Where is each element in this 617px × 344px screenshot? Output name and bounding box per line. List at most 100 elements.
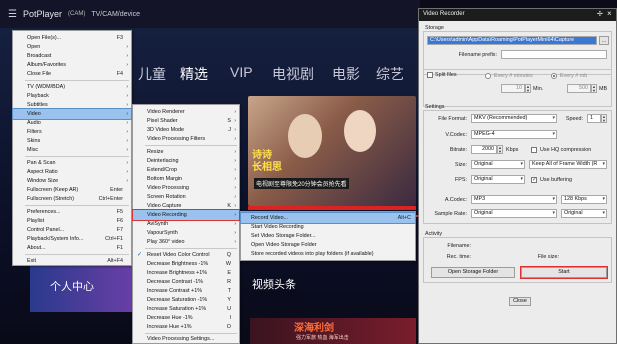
audio-bitrate-value: 128 Kbps (564, 196, 587, 202)
menu-item-misc[interactable]: Misc › (13, 145, 131, 155)
fps-value: Original (474, 176, 493, 182)
chevron-down-icon: ▾ (602, 210, 605, 216)
poster-title: 诗诗 长相思 (252, 150, 282, 174)
channels-value: Original (564, 210, 583, 216)
nav-vip[interactable]: VIP (230, 64, 253, 80)
chevron-down-icon: ▾ (520, 161, 523, 167)
open-storage-folder-button[interactable]: Open Storage Folder (431, 267, 515, 278)
chevron-down-icon: ▾ (552, 131, 555, 137)
file-format-select[interactable]: MKV (Recommended) ▾ (471, 114, 557, 123)
menu-item-label: Exit (27, 258, 36, 264)
menu-item-play-360-video[interactable]: Play 360° video › (133, 237, 239, 247)
minutes-input[interactable]: 10 (501, 84, 525, 93)
rec-time-label: Rec. time: (446, 254, 471, 260)
minutes-spinner[interactable]: ▲ ▼ (525, 84, 531, 93)
poster-actor-image (288, 114, 322, 158)
menu-item-shortcut: Ctrl+Enter (98, 196, 123, 202)
bitrate-input[interactable]: 2000 (471, 145, 497, 154)
sample-rate-value: Original (474, 210, 493, 216)
audio-bitrate-select[interactable]: 128 Kbps ▾ (561, 195, 607, 204)
video-headline-label[interactable]: 视频头条 (252, 276, 296, 292)
chevron-down-icon: ▾ (552, 196, 555, 202)
speed-input[interactable]: 1 (587, 114, 601, 123)
frame-width-value: Keep All of Frame Width (R (532, 161, 598, 167)
poster-actress-image (344, 110, 376, 152)
submenu-arrow-icon: › (126, 147, 128, 153)
speed-spinner[interactable]: ▲ ▼ (601, 114, 607, 123)
menu-item-label: Video Processing Settings... (147, 336, 215, 342)
sample-rate-label: Sample Rate: (434, 211, 467, 217)
menu-item-label: Misc (27, 147, 39, 153)
browse-button[interactable]: ... (599, 36, 609, 45)
promo-title: 深海利剑 (294, 323, 334, 334)
menu-item-increase-hue[interactable]: Increase Hue +1% O (133, 322, 239, 332)
every-mb-radio[interactable] (551, 73, 557, 79)
nav-variety[interactable]: 综艺 (376, 64, 404, 84)
menu-item-label: Close File (27, 71, 51, 77)
frame-width-select[interactable]: Keep All of Frame Width (R ▾ (529, 160, 607, 169)
nav-children[interactable]: 儿童 (138, 64, 166, 84)
menu-item-label: Store recorded videos into play folders … (251, 251, 374, 257)
sample-rate-select[interactable]: Original ▾ (471, 209, 557, 218)
fps-select[interactable]: Original ▾ (471, 175, 525, 184)
chevron-down-icon: ▾ (520, 176, 523, 182)
menu-item-exit[interactable]: Exit Alt+F4 (13, 256, 131, 266)
personal-center-label[interactable]: 个人中心 (50, 278, 94, 294)
filename-prefix-label: Filename prefix: (458, 52, 497, 58)
acodec-select[interactable]: MP3 ▾ (471, 195, 557, 204)
menu-item-label: Video Processing Filters (147, 136, 206, 142)
cam-tag: (CAM) (68, 11, 86, 17)
bitrate-spinner[interactable]: ▲ ▼ (497, 145, 503, 154)
menu-item-about[interactable]: About... F1 (13, 243, 131, 253)
acodec-value: MP3 (474, 196, 486, 202)
hq-compression-checkbox[interactable] (531, 147, 537, 153)
menu-item-fullscreen-stretch[interactable]: Fullscreen (Stretch) Ctrl+Enter (13, 194, 131, 204)
nav-featured[interactable]: 精选 (180, 64, 208, 84)
buffering-checkbox[interactable] (531, 176, 537, 183)
start-recording-button[interactable]: Start (520, 266, 608, 279)
acodec-label: A.Codec: (444, 197, 467, 203)
mb-spinner[interactable]: ▲ ▼ (591, 84, 597, 93)
device-name: TV/CAM/device (91, 10, 140, 18)
file-format-label: File Format: (438, 116, 467, 122)
menu-separator (25, 254, 129, 255)
promo-subtitle: 强力军旅 热血 海军出击 (296, 335, 349, 341)
bitrate-unit-label: Kbps (506, 147, 519, 153)
storage-path-field[interactable]: C:\Users\admin\AppData\Roaming\PotPlayer… (427, 36, 597, 45)
close-button[interactable]: Close (509, 297, 531, 306)
menu-item-shortcut: F1 (116, 245, 123, 251)
speed-label: Speed: (565, 116, 583, 122)
filename-prefix-input[interactable] (501, 50, 607, 59)
file-format-value: MKV (Recommended) (474, 115, 528, 121)
vcodec-select[interactable]: MPEG-4 ▾ (471, 130, 557, 139)
submenu-arrow-icon: › (234, 239, 236, 245)
nav-movies[interactable]: 电影 (332, 64, 360, 84)
pin-icon[interactable]: ✢ (597, 10, 603, 18)
size-value: Original (474, 161, 493, 167)
poster-title-line1: 诗诗 (252, 150, 272, 161)
nav-tv-series[interactable]: 电视剧 (272, 64, 314, 84)
every-minutes-radio[interactable] (485, 73, 491, 79)
submenu-arrow-icon: › (234, 136, 236, 142)
player-titlebar: ☰ PotPlayer (CAM) TV/CAM/device (0, 0, 420, 28)
menu-item-label: Increase Hue +1% (147, 324, 192, 330)
filename-label: Filename: (447, 243, 471, 249)
menu-item-label: Play 360° video (147, 239, 185, 245)
main-context-menu: Open File(s)... F3 Open › Broadcast › Album… (12, 30, 132, 266)
menu-item-video-processing-settings[interactable]: Video Processing Settings... (133, 334, 239, 344)
dialog-title: Video Recorder (423, 11, 465, 17)
menu-item-video-processing-filters[interactable]: Video Processing Filters › (133, 134, 239, 144)
menu-separator (25, 156, 129, 157)
minutes-unit-label: Min. (533, 86, 544, 92)
size-select[interactable]: Original ▾ (471, 160, 525, 169)
every-mb-label: Every # mb (560, 73, 588, 79)
hamburger-menu-icon[interactable]: ☰ (8, 9, 17, 20)
close-icon[interactable]: × (607, 9, 612, 18)
channels-select[interactable]: Original ▾ (561, 209, 607, 218)
video-recording-submenu: Record Video... Alt+C Start Video Recordi… (240, 211, 416, 261)
menu-item-close-file[interactable]: Close File F4 (13, 69, 131, 79)
mb-input[interactable]: 500 (567, 84, 591, 93)
hq-compression-label: Use HQ compression (540, 147, 592, 153)
menu-item-store-in-play-folders[interactable]: Store recorded videos into play folders … (241, 249, 415, 259)
video-recorder-dialog: Video Recorder ✢ × Storage C:\Users\admi… (418, 8, 617, 344)
